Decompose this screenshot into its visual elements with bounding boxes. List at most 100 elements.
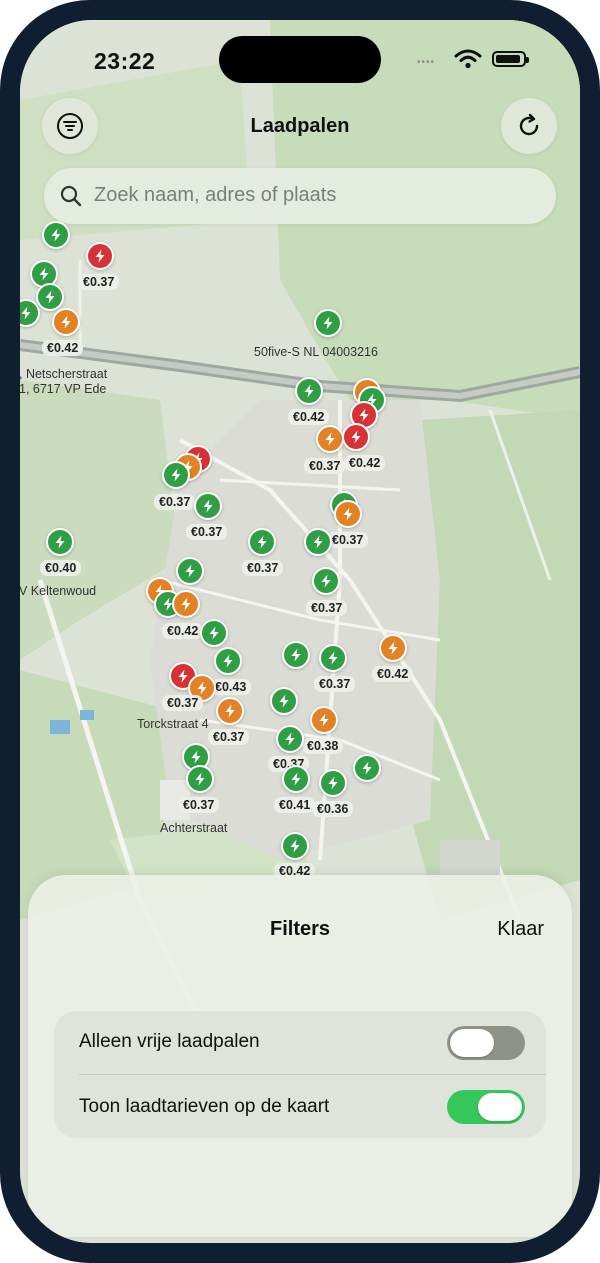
bolt-icon bbox=[222, 703, 238, 719]
bolt-icon bbox=[287, 838, 303, 854]
price-label: €0.37 bbox=[78, 274, 120, 290]
bolt-icon bbox=[320, 315, 336, 331]
price-label: €0.37 bbox=[208, 729, 250, 745]
wifi-icon bbox=[454, 49, 482, 69]
price-label: €0.37 bbox=[154, 494, 196, 510]
bolt-icon bbox=[200, 498, 216, 514]
bolt-icon bbox=[288, 647, 304, 663]
charger-pin-unavailable[interactable] bbox=[342, 423, 370, 451]
price-label: €0.41 bbox=[274, 797, 316, 813]
price-label: €0.37 bbox=[186, 524, 228, 540]
row-divider bbox=[79, 1074, 546, 1075]
price-label: €0.37 bbox=[178, 797, 220, 813]
map-label: Achterstraat bbox=[160, 821, 228, 835]
charger-pin-available[interactable] bbox=[176, 557, 204, 585]
charger-pin-available[interactable] bbox=[276, 725, 304, 753]
price-label: €0.37 bbox=[304, 458, 346, 474]
bolt-icon bbox=[20, 305, 34, 321]
charger-pin-available[interactable] bbox=[186, 765, 214, 793]
charger-pin-busy[interactable] bbox=[52, 308, 80, 336]
bolt-icon bbox=[182, 563, 198, 579]
bolt-icon bbox=[220, 653, 236, 669]
map-label: 1, 6717 VP Ede bbox=[20, 382, 107, 396]
price-label: €0.37 bbox=[314, 676, 356, 692]
charger-pin-available[interactable] bbox=[304, 528, 332, 556]
charger-pin-available[interactable] bbox=[42, 221, 70, 249]
charger-pin-available[interactable] bbox=[312, 567, 340, 595]
filter-label-show-prices: Toon laadtarieven op de kaart bbox=[79, 1096, 330, 1117]
bolt-icon bbox=[325, 775, 341, 791]
map-label: V Keltenwoud bbox=[20, 584, 97, 598]
charger-pin-available[interactable] bbox=[319, 644, 347, 672]
bolt-icon bbox=[385, 640, 401, 656]
bolt-icon bbox=[178, 596, 194, 612]
bolt-icon bbox=[310, 534, 326, 550]
refresh-icon bbox=[519, 113, 539, 136]
charger-pin-busy[interactable] bbox=[379, 634, 407, 662]
bolt-icon bbox=[58, 314, 74, 330]
price-label: €0.42 bbox=[372, 666, 414, 682]
bolt-icon bbox=[325, 650, 341, 666]
bolt-icon bbox=[194, 680, 210, 696]
bolt-icon bbox=[276, 693, 292, 709]
search-input[interactable]: Zoek naam, adres of plaats bbox=[94, 184, 336, 207]
price-label: €0.36 bbox=[312, 801, 354, 817]
filter-options-card: Alleen vrije laadpalen Toon laadtarieven… bbox=[54, 1011, 546, 1138]
map-label: Torckstraat 4 bbox=[137, 717, 209, 731]
toggle-knob bbox=[478, 1093, 522, 1121]
charger-pin-busy[interactable] bbox=[310, 706, 338, 734]
bolt-icon bbox=[42, 289, 58, 305]
charger-pin-unavailable[interactable] bbox=[86, 242, 114, 270]
charger-pin-available[interactable] bbox=[162, 461, 190, 489]
charger-pin-available[interactable] bbox=[319, 769, 347, 797]
charger-pin-available[interactable] bbox=[270, 687, 298, 715]
charger-pin-available[interactable] bbox=[295, 377, 323, 405]
charger-pin-available[interactable] bbox=[282, 641, 310, 669]
bolt-icon bbox=[316, 712, 332, 728]
charger-pin-available[interactable] bbox=[314, 309, 342, 337]
bolt-icon bbox=[254, 534, 270, 550]
map-label: 50five-S NL 04003216 bbox=[254, 345, 378, 359]
charger-pin-available[interactable] bbox=[200, 619, 228, 647]
bolt-icon bbox=[356, 407, 372, 423]
price-label: €0.42 bbox=[288, 409, 330, 425]
bolt-icon bbox=[48, 227, 64, 243]
price-label: €0.40 bbox=[40, 560, 82, 576]
price-label: €0.43 bbox=[210, 679, 252, 695]
bolt-icon bbox=[36, 266, 52, 282]
charger-pin-available[interactable] bbox=[282, 765, 310, 793]
bolt-icon bbox=[206, 625, 222, 641]
done-button[interactable]: Klaar bbox=[497, 918, 544, 941]
charger-pin-busy[interactable] bbox=[334, 500, 362, 528]
toggle-knob bbox=[450, 1029, 494, 1057]
charger-pin-busy[interactable] bbox=[172, 590, 200, 618]
filters-title: Filters bbox=[269, 918, 331, 940]
bolt-icon bbox=[348, 429, 364, 445]
charger-pin-busy[interactable] bbox=[216, 697, 244, 725]
charger-pin-available[interactable] bbox=[281, 832, 309, 860]
status-bar: 23:22 •••• bbox=[20, 20, 580, 100]
charger-pin-available[interactable] bbox=[194, 492, 222, 520]
charger-pin-available[interactable] bbox=[36, 283, 64, 311]
bolt-icon bbox=[52, 534, 68, 550]
charger-pin-busy[interactable] bbox=[316, 425, 344, 453]
bolt-icon bbox=[192, 771, 208, 787]
charger-pin-available[interactable] bbox=[353, 754, 381, 782]
battery-icon bbox=[492, 51, 529, 67]
bolt-icon bbox=[188, 749, 204, 765]
search-bar[interactable]: Zoek naam, adres of plaats bbox=[44, 168, 556, 224]
status-time: 23:22 bbox=[94, 48, 156, 74]
price-label: €0.37 bbox=[242, 560, 284, 576]
map-label: , Netscherstraat bbox=[20, 367, 108, 381]
filter-label-free-chargers: Alleen vrije laadpalen bbox=[79, 1031, 260, 1052]
charger-pin-available[interactable] bbox=[46, 528, 74, 556]
app-screen: 23:22 •••• Laadpalen Zoek naam, adres of… bbox=[20, 20, 580, 1243]
charger-pin-available[interactable] bbox=[248, 528, 276, 556]
free-chargers-toggle[interactable] bbox=[447, 1026, 525, 1060]
price-label: €0.42 bbox=[42, 340, 84, 356]
refresh-button[interactable] bbox=[501, 98, 557, 154]
show-prices-toggle[interactable] bbox=[447, 1090, 525, 1124]
bolt-icon bbox=[168, 467, 184, 483]
dynamic-island bbox=[219, 36, 381, 83]
charger-pin-available[interactable] bbox=[214, 647, 242, 675]
